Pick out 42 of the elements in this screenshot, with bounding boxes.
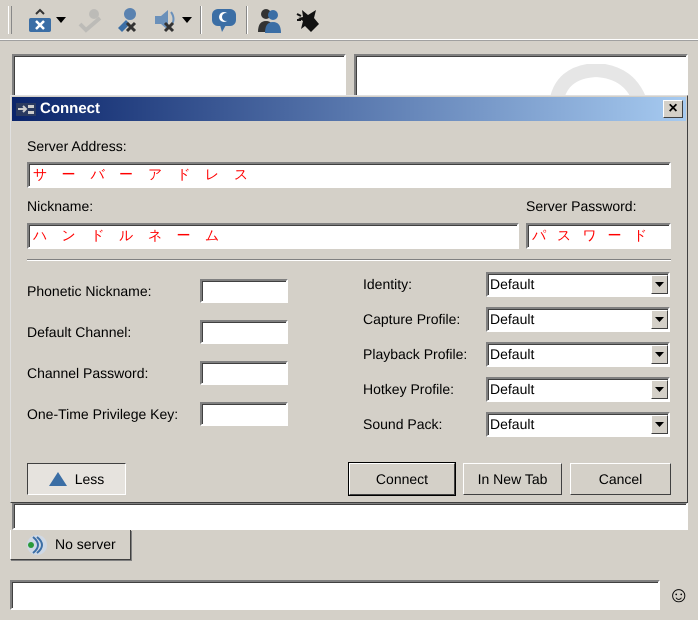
field-label: Server Password: xyxy=(526,197,638,216)
caret-icon xyxy=(182,16,192,22)
field-label: Nickname: xyxy=(27,197,94,216)
dropdown-arrow-icon xyxy=(655,387,664,392)
triangle-up-icon xyxy=(48,472,67,486)
dropdown-arrow-icon xyxy=(655,352,664,357)
field-label: Sound Pack: xyxy=(363,415,444,434)
text-field[interactable] xyxy=(200,361,288,385)
dialog-button[interactable]: Connect xyxy=(349,463,455,495)
text-field[interactable] xyxy=(200,402,288,426)
server-icon xyxy=(25,532,49,556)
server-password-field[interactable]: パスワード xyxy=(526,223,671,249)
dropdown[interactable]: Default xyxy=(486,342,670,367)
connect-icon xyxy=(16,101,36,117)
dialog-button[interactable]: In New Tab xyxy=(463,463,562,495)
field-label: Playback Profile: xyxy=(363,345,468,364)
dropdown[interactable]: Default xyxy=(486,412,670,437)
emoji-button[interactable]: ☺ xyxy=(668,578,690,611)
dropdown[interactable]: Default xyxy=(486,377,670,402)
dropdown-arrow-icon xyxy=(655,282,664,287)
dropdown-arrow-icon xyxy=(655,317,664,322)
field-label: Phonetic Nickname: xyxy=(27,282,153,300)
field-label: Identity: xyxy=(363,275,414,294)
field-label: Default Channel: xyxy=(27,322,132,342)
dialog-title: Connect xyxy=(40,98,100,119)
close-button[interactable]: × xyxy=(663,100,683,118)
server-address-field[interactable]: サーバーアドレス xyxy=(27,162,671,188)
caret-icon xyxy=(56,16,66,22)
server-tab[interactable]: No server xyxy=(10,530,131,560)
dropdown[interactable]: Default xyxy=(486,272,670,297)
field-label: Hotkey Profile: xyxy=(363,380,456,399)
field-label: One-Time Privilege Key: xyxy=(27,404,180,424)
dropdown-arrow-icon xyxy=(655,422,664,427)
nickname-field[interactable]: ハンドルネーム xyxy=(27,223,519,249)
field-label: Server Address: xyxy=(27,137,128,156)
dropdown[interactable]: Default xyxy=(486,307,670,332)
text-field[interactable] xyxy=(200,279,288,303)
dialog-button[interactable]: Cancel xyxy=(570,463,671,495)
less-button[interactable]: Less xyxy=(27,463,126,495)
text-field[interactable] xyxy=(200,320,288,344)
field-label: Capture Profile: xyxy=(363,310,462,329)
field-label: Channel Password: xyxy=(27,364,150,382)
